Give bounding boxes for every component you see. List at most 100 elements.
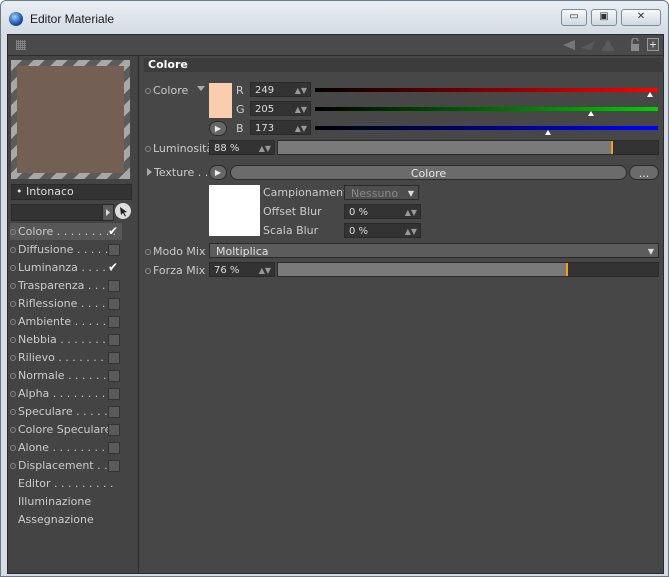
keyframe-dot[interactable] <box>10 391 16 397</box>
keyframe-dot[interactable] <box>10 319 16 325</box>
keyframe-dot[interactable] <box>145 249 151 255</box>
search-arrow-button[interactable] <box>102 204 114 221</box>
g-slider[interactable] <box>315 107 658 111</box>
extra-item[interactable]: Assegnazione <box>10 511 122 528</box>
channel-item[interactable]: Speculare . . . . . . <box>10 403 122 420</box>
channel-item[interactable]: Colore . . . . . . . . . ✔ <box>10 223 122 240</box>
g-value-field[interactable]: 205 ▲▼ <box>250 101 311 116</box>
channel-checkbox[interactable] <box>108 442 120 454</box>
g-slider-handle[interactable] <box>587 111 594 116</box>
color-mode-button[interactable]: ▶ <box>209 121 227 136</box>
keyframe-dot[interactable] <box>10 463 16 469</box>
luminosita-value: 88 % <box>214 143 240 154</box>
keyframe-dot[interactable] <box>10 283 16 289</box>
keyframe-dot[interactable] <box>10 445 16 451</box>
channel-checkbox[interactable] <box>108 406 120 418</box>
keyframe-dot[interactable] <box>145 268 151 274</box>
forza-mix-slider[interactable] <box>277 262 659 277</box>
keyframe-dot[interactable] <box>10 409 16 415</box>
spinner-icon[interactable]: ▲▼ <box>295 83 307 98</box>
color-swatch[interactable] <box>209 83 232 118</box>
close-button[interactable]: ✕ <box>621 9 661 26</box>
keyframe-dot[interactable] <box>10 373 16 379</box>
texture-more-button[interactable]: ... <box>629 165 659 180</box>
add-panel-icon[interactable] <box>647 38 659 51</box>
slider-handle[interactable] <box>611 141 614 154</box>
luminosita-slider[interactable] <box>277 140 659 155</box>
lock-icon[interactable] <box>630 38 640 51</box>
up-arrow-icon[interactable] <box>601 39 615 51</box>
texture-preview[interactable] <box>209 185 260 236</box>
keyframe-dot[interactable] <box>10 355 16 361</box>
grip-icon[interactable] <box>16 40 26 50</box>
channel-item[interactable]: Alone . . . . . . . . . <box>10 439 122 456</box>
channel-item[interactable]: Ambiente . . . . . . <box>10 313 122 330</box>
channel-checkbox[interactable] <box>108 424 120 436</box>
texture-menu-button[interactable]: ▶ <box>209 165 227 180</box>
r-value-field[interactable]: 249 ▲▼ <box>250 82 311 97</box>
title-bar[interactable]: Editor Materiale ▭ ▣ ✕ <box>1 1 668 37</box>
scala-blur-field[interactable]: 0 % ▲▼ <box>344 223 421 238</box>
forza-mix-field[interactable]: 76 % ▲▼ <box>209 262 275 277</box>
campionamento-dropdown[interactable]: Nessuno ▼ <box>344 185 419 200</box>
material-name[interactable]: • Intonaco <box>11 184 132 200</box>
channel-checkbox[interactable] <box>108 244 120 256</box>
spinner-icon[interactable]: ▲▼ <box>259 141 271 156</box>
b-slider-handle[interactable] <box>544 130 551 135</box>
keyframe-dot[interactable] <box>145 146 151 152</box>
slider-handle[interactable] <box>565 263 568 276</box>
channel-checkbox[interactable] <box>108 316 120 328</box>
channel-checkbox[interactable] <box>108 280 120 292</box>
texture-button[interactable]: Colore <box>230 165 627 180</box>
r-slider-handle[interactable] <box>646 92 653 97</box>
minimize-button[interactable]: ▭ <box>561 9 587 26</box>
checkmark-icon[interactable]: ✔ <box>108 225 118 237</box>
forward-arrow-icon[interactable] <box>581 40 595 50</box>
b-slider[interactable] <box>315 126 658 130</box>
channel-checkbox[interactable] <box>108 370 120 382</box>
material-preview[interactable] <box>11 60 130 179</box>
channel-checkbox[interactable] <box>108 460 120 472</box>
picker-icon[interactable] <box>115 203 131 219</box>
keyframe-dot[interactable] <box>10 229 16 235</box>
dropdown-triangle-icon[interactable] <box>197 86 205 92</box>
spinner-icon[interactable]: ▲▼ <box>295 102 307 117</box>
keyframe-dot[interactable] <box>10 337 16 343</box>
channel-item[interactable]: Riflessione . . . . . <box>10 295 122 312</box>
extra-item[interactable]: Editor . . . . . . . . . <box>10 475 122 492</box>
channel-item[interactable]: Displacement . . . <box>10 457 122 474</box>
modo-mix-dropdown[interactable]: Moltiplica ▼ <box>209 243 659 258</box>
b-value-field[interactable]: 173 ▲▼ <box>250 120 311 135</box>
keyframe-dot[interactable] <box>10 247 16 253</box>
search-field[interactable] <box>11 204 103 221</box>
r-slider[interactable] <box>315 88 658 92</box>
channel-checkbox[interactable] <box>108 388 120 400</box>
back-arrow-icon[interactable] <box>563 40 577 50</box>
channel-item[interactable]: Nebbia . . . . . . . . <box>10 331 122 348</box>
keyframe-dot[interactable] <box>10 301 16 307</box>
keyframe-dot[interactable] <box>10 427 16 433</box>
channel-item[interactable]: Luminanza . . . . . ✔ <box>10 259 122 276</box>
channel-item[interactable]: Colore Speculare <box>10 421 122 438</box>
luminosita-field[interactable]: 88 % ▲▼ <box>209 140 275 155</box>
channel-checkbox[interactable] <box>108 352 120 364</box>
channel-item[interactable]: Normale . . . . . . . <box>10 367 122 384</box>
spinner-icon[interactable]: ▲▼ <box>295 121 307 136</box>
keyframe-dot[interactable] <box>145 88 151 94</box>
channel-checkbox[interactable] <box>108 298 120 310</box>
forza-mix-label: Forza Mix <box>153 264 206 277</box>
channel-item[interactable]: Rilievo . . . . . . . . <box>10 349 122 366</box>
spinner-icon[interactable]: ▲▼ <box>259 263 271 278</box>
keyframe-dot[interactable] <box>10 265 16 271</box>
maximize-button[interactable]: ▣ <box>591 9 617 26</box>
checkmark-icon[interactable]: ✔ <box>108 261 118 273</box>
channel-item[interactable]: Diffusione . . . . . . <box>10 241 122 258</box>
channel-item[interactable]: Alpha . . . . . . . . . <box>10 385 122 402</box>
expand-triangle-icon[interactable] <box>147 168 152 176</box>
channel-item[interactable]: Trasparenza . . . . <box>10 277 122 294</box>
spinner-icon[interactable]: ▲▼ <box>405 205 417 220</box>
spinner-icon[interactable]: ▲▼ <box>405 224 417 239</box>
extra-item[interactable]: Illuminazione <box>10 493 122 510</box>
channel-checkbox[interactable] <box>108 334 120 346</box>
offset-blur-field[interactable]: 0 % ▲▼ <box>344 204 421 219</box>
